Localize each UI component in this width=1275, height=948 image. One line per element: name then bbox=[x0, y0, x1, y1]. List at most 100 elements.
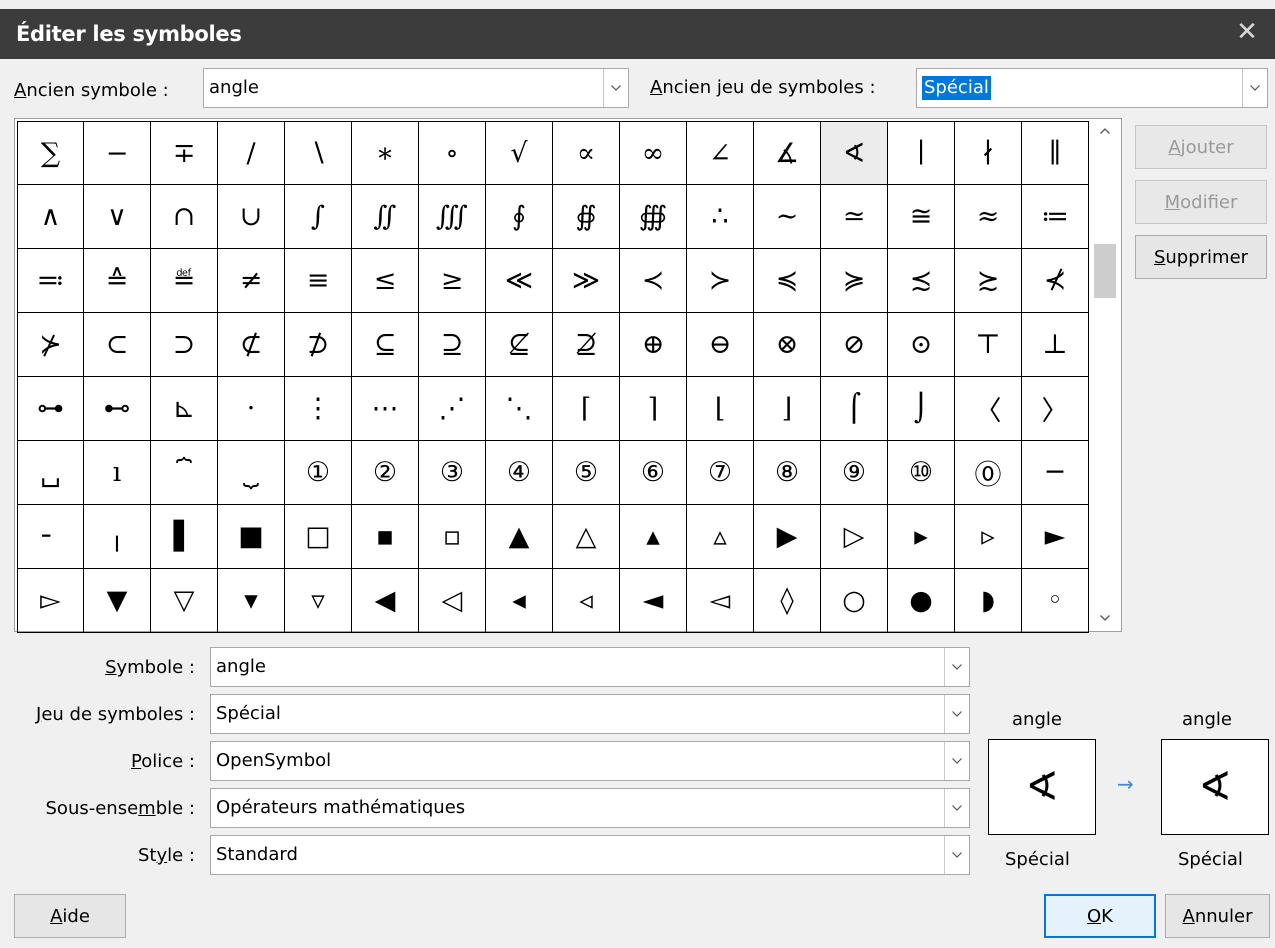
chevron-down-icon[interactable] bbox=[944, 742, 969, 780]
symbol-cell[interactable]: ≅ bbox=[888, 185, 955, 249]
symbol-cell[interactable]: ▼ bbox=[84, 569, 151, 633]
symbol-cell[interactable]: ≠ bbox=[218, 249, 285, 313]
symbol-cell[interactable]: ▪ bbox=[352, 505, 419, 569]
symbol-cell[interactable]: ∼ bbox=[754, 185, 821, 249]
symbol-cell[interactable]: ⊀ bbox=[1022, 249, 1089, 313]
symbol-cell[interactable]: ⊖ bbox=[687, 313, 754, 377]
cancel-button[interactable]: Annuler bbox=[1165, 894, 1270, 938]
symbol-cell[interactable]: ∬ bbox=[352, 185, 419, 249]
symbol-cell[interactable]: ► bbox=[1022, 505, 1089, 569]
old-symbol-combo[interactable]: angle bbox=[203, 68, 629, 108]
symbol-cell[interactable]: ⊂ bbox=[84, 313, 151, 377]
symbol-cell[interactable]: ▽ bbox=[151, 569, 218, 633]
symbol-cell[interactable]: ∣ bbox=[888, 121, 955, 185]
symbol-cell[interactable]: ∘ bbox=[419, 121, 486, 185]
symbol-cell[interactable]: ∞ bbox=[620, 121, 687, 185]
symbol-cell[interactable]: ≼ bbox=[754, 249, 821, 313]
symbol-cell[interactable]: ≫ bbox=[553, 249, 620, 313]
symbol-cell[interactable]: ≕ bbox=[17, 249, 84, 313]
symbol-cell[interactable]: ≈ bbox=[955, 185, 1022, 249]
symbol-cell[interactable]: √ bbox=[486, 121, 553, 185]
symbol-cell[interactable]: ⊈ bbox=[486, 313, 553, 377]
symbol-cell[interactable]: ≾ bbox=[888, 249, 955, 313]
symbol-cell[interactable]: ◗ bbox=[955, 569, 1022, 633]
symbol-cell[interactable]: ◂ bbox=[486, 569, 553, 633]
symbol-cell[interactable]: ⑦ bbox=[687, 441, 754, 505]
symbol-cell[interactable]: ⌋ bbox=[754, 377, 821, 441]
symbol-cell[interactable]: □ bbox=[285, 505, 352, 569]
symbol-cell[interactable]: ⊶ bbox=[17, 377, 84, 441]
symbol-set-combo[interactable]: Spécial bbox=[210, 694, 970, 734]
symbol-cell[interactable]: ○ bbox=[821, 569, 888, 633]
symbol-cell[interactable]: ▌ bbox=[151, 505, 218, 569]
symbol-cell[interactable]: ⊗ bbox=[754, 313, 821, 377]
symbol-combo[interactable]: angle bbox=[210, 647, 970, 687]
symbol-cell[interactable]: ≝ bbox=[151, 249, 218, 313]
symbol-cell[interactable]: ◀ bbox=[352, 569, 419, 633]
symbol-cell[interactable]: ╷ bbox=[84, 505, 151, 569]
symbol-cell[interactable]: ③ bbox=[419, 441, 486, 505]
symbol-cell[interactable]: ⌊ bbox=[687, 377, 754, 441]
symbol-cell[interactable]: ⑨ bbox=[821, 441, 888, 505]
symbol-cell[interactable]: ∧ bbox=[17, 185, 84, 249]
symbol-cell[interactable]: ∓ bbox=[151, 121, 218, 185]
symbol-cell[interactable]: ⋰ bbox=[419, 377, 486, 441]
symbol-cell[interactable]: ≪ bbox=[486, 249, 553, 313]
symbol-cell[interactable]: ∯ bbox=[553, 185, 620, 249]
symbol-cell[interactable]: ⑥ bbox=[620, 441, 687, 505]
symbol-cell[interactable]: ⌠ bbox=[821, 377, 888, 441]
symbol-cell[interactable]: ⊾ bbox=[151, 377, 218, 441]
symbol-cell[interactable]: ∡ bbox=[754, 121, 821, 185]
symbol-cell[interactable]: ⊅ bbox=[285, 313, 352, 377]
symbol-cell[interactable]: ⓪ bbox=[955, 441, 1022, 505]
symbol-cell[interactable]: ⏟ bbox=[218, 441, 285, 505]
chevron-down-icon[interactable] bbox=[944, 789, 969, 827]
symbol-cell[interactable]: ≃ bbox=[821, 185, 888, 249]
symbol-cell[interactable]: ▴ bbox=[620, 505, 687, 569]
symbol-cell[interactable]: ∖ bbox=[285, 121, 352, 185]
symbol-cell[interactable]: ∝ bbox=[553, 121, 620, 185]
symbol-cell[interactable]: ⋯ bbox=[352, 377, 419, 441]
symbol-cell[interactable]: 〉 bbox=[1022, 377, 1089, 441]
symbol-cell[interactable]: ▻ bbox=[17, 569, 84, 633]
old-set-combo[interactable]: Spécial bbox=[916, 68, 1268, 108]
symbol-cell[interactable]: ⊷ bbox=[84, 377, 151, 441]
symbol-cell[interactable]: ∢ bbox=[821, 121, 888, 185]
symbol-cell[interactable]: ∗ bbox=[352, 121, 419, 185]
symbol-cell[interactable]: ▹ bbox=[955, 505, 1022, 569]
symbol-cell[interactable]: ⊥ bbox=[1022, 313, 1089, 377]
symbol-cell[interactable]: ▷ bbox=[821, 505, 888, 569]
symbol-cell[interactable]: ■ bbox=[218, 505, 285, 569]
symbol-cell[interactable]: ① bbox=[285, 441, 352, 505]
symbol-cell[interactable]: ▫ bbox=[419, 505, 486, 569]
symbol-cell[interactable]: ∴ bbox=[687, 185, 754, 249]
symbol-cell[interactable]: ≺ bbox=[620, 249, 687, 313]
symbol-cell[interactable]: ⊕ bbox=[620, 313, 687, 377]
ok-button[interactable]: OK bbox=[1044, 894, 1156, 938]
symbol-cell[interactable]: ⋱ bbox=[486, 377, 553, 441]
symbol-cell[interactable]: ◊ bbox=[754, 569, 821, 633]
style-combo[interactable]: Standard bbox=[210, 835, 970, 875]
symbol-cell[interactable]: ∰ bbox=[620, 185, 687, 249]
symbol-cell[interactable]: ≽ bbox=[821, 249, 888, 313]
symbol-cell[interactable]: ▾ bbox=[218, 569, 285, 633]
add-button[interactable]: Ajouter bbox=[1135, 125, 1267, 169]
symbol-cell[interactable]: ı bbox=[84, 441, 151, 505]
symbol-cell[interactable]: ≻ bbox=[687, 249, 754, 313]
delete-button[interactable]: Supprimer bbox=[1135, 235, 1267, 279]
subset-combo[interactable]: Opérateurs mathématiques bbox=[210, 788, 970, 828]
scroll-down-icon[interactable] bbox=[1092, 610, 1118, 630]
chevron-down-icon[interactable] bbox=[944, 836, 969, 874]
symbol-cell[interactable]: ◁ bbox=[419, 569, 486, 633]
symbol-cell[interactable]: − bbox=[84, 121, 151, 185]
symbol-cell[interactable]: ─ bbox=[1022, 441, 1089, 505]
chevron-down-icon[interactable] bbox=[1242, 69, 1267, 107]
symbol-cell[interactable]: ◦ bbox=[1022, 569, 1089, 633]
modify-button[interactable]: Modifier bbox=[1135, 180, 1267, 224]
symbol-cell[interactable]: ⑧ bbox=[754, 441, 821, 505]
symbol-cell[interactable]: ≤ bbox=[352, 249, 419, 313]
symbol-cell[interactable]: ≙ bbox=[84, 249, 151, 313]
symbol-cell[interactable]: ◃ bbox=[553, 569, 620, 633]
help-button[interactable]: Aide bbox=[14, 894, 126, 938]
symbol-cell[interactable]: ⌡ bbox=[888, 377, 955, 441]
